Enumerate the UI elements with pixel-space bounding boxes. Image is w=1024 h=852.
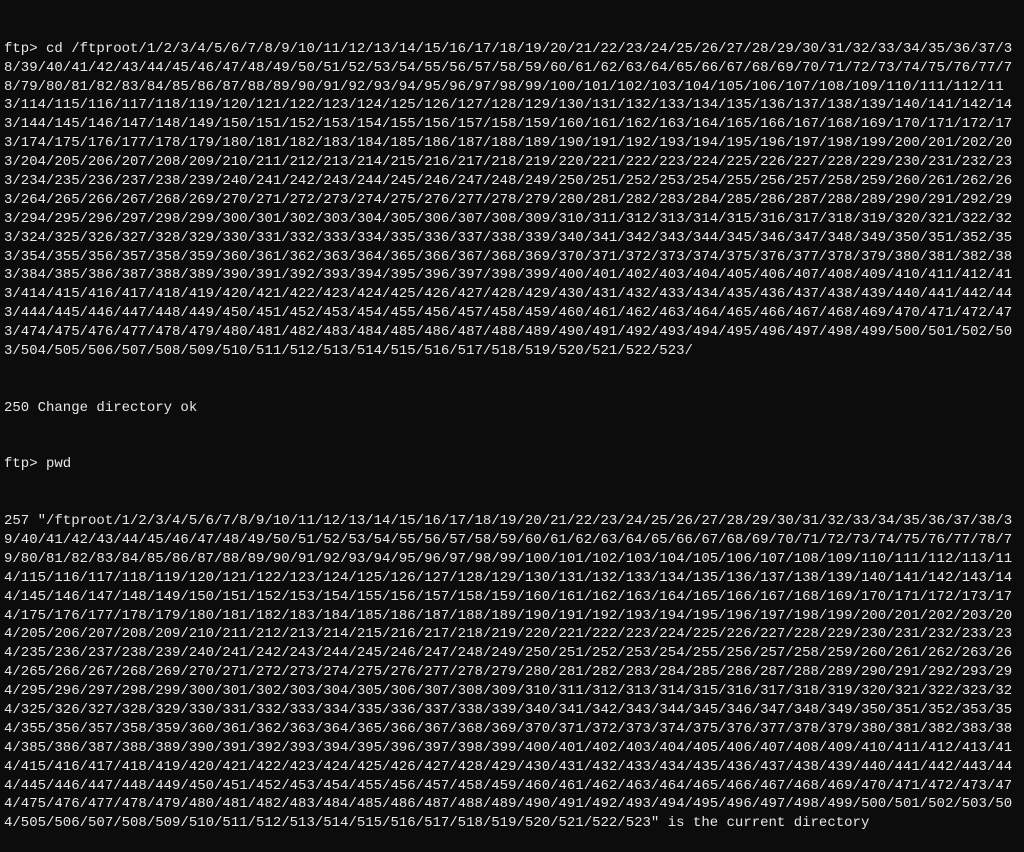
- ftp-pwd-command-line: ftp> pwd: [4, 455, 1020, 474]
- ftp-pwd-response: 257 "/ftproot/1/2/3/4/5/6/7/8/9/10/11/12…: [4, 512, 1020, 833]
- terminal-output[interactable]: ftp> cd /ftproot/1/2/3/4/5/6/7/8/9/10/11…: [4, 2, 1020, 852]
- ftp-cd-command-line: ftp> cd /ftproot/1/2/3/4/5/6/7/8/9/10/11…: [4, 40, 1020, 361]
- ftp-cd-response: 250 Change directory ok: [4, 399, 1020, 418]
